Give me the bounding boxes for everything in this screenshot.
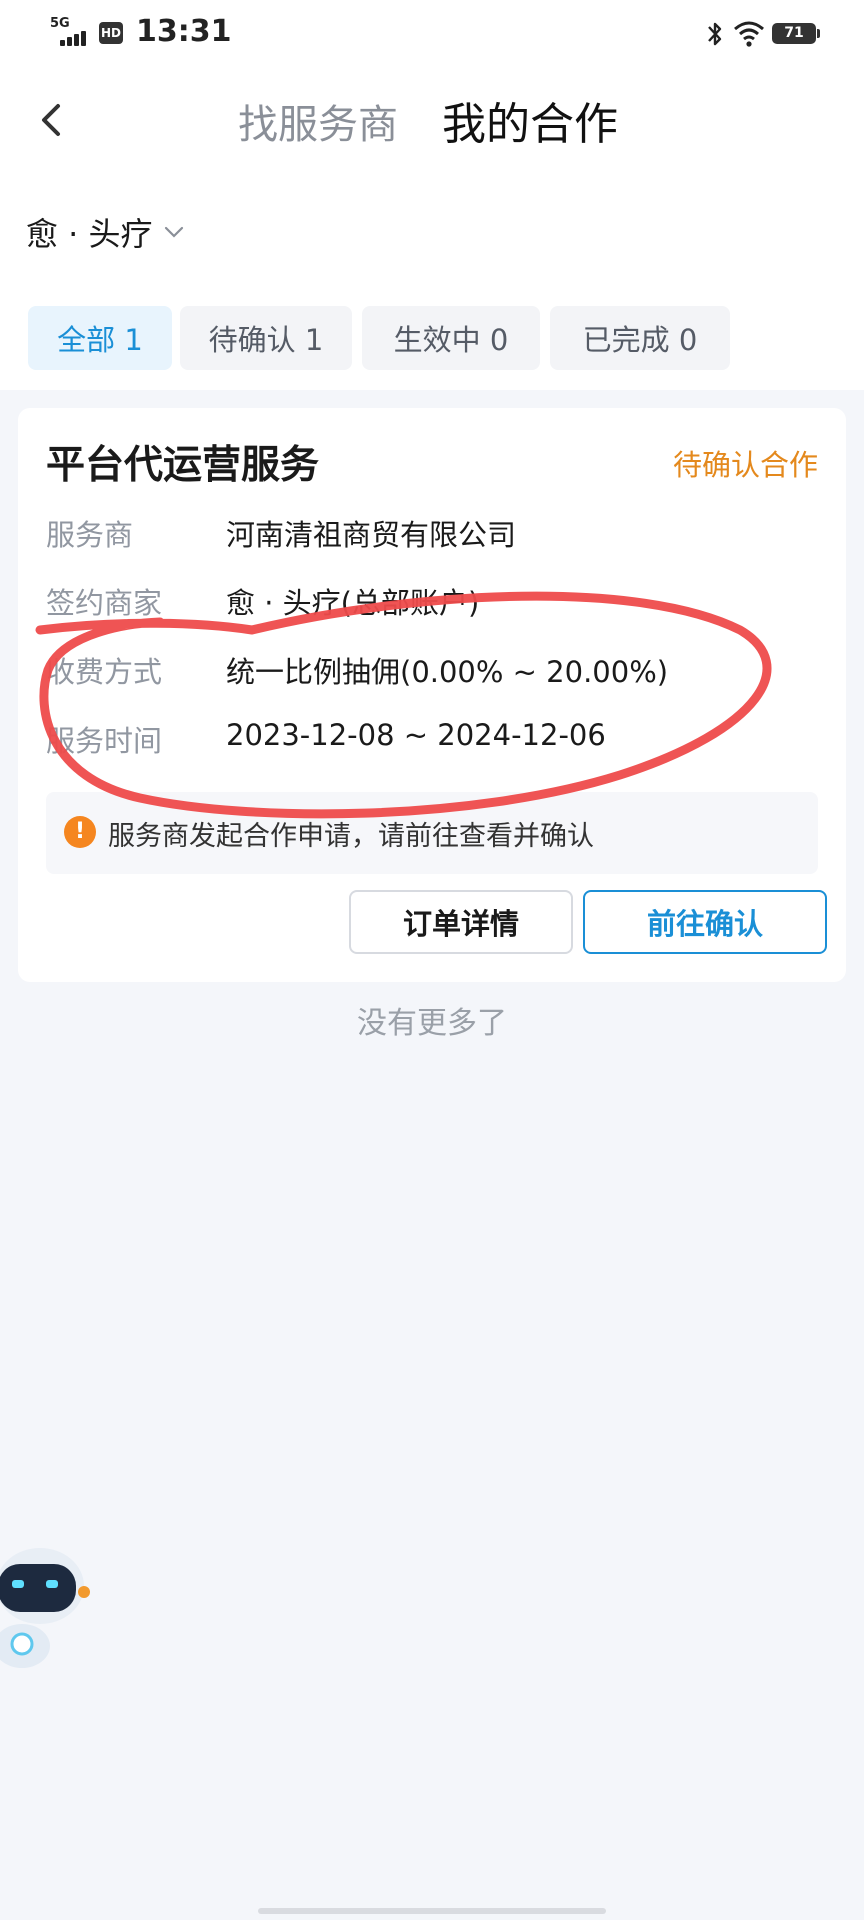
store-name: 愈 · 头疗: [26, 215, 153, 253]
back-arrow-icon[interactable]: [30, 96, 74, 144]
row-label: 服务商: [46, 518, 134, 552]
row-service-time: 服务时间 2023-12-08 ~ 2024-12-06: [46, 718, 826, 762]
row-fee-method: 收费方式 统一比例抽佣(0.00% ~ 20.00%): [46, 649, 826, 693]
row-label: 服务时间: [46, 724, 163, 758]
cooperation-card: 平台代运营服务 待确认合作 服务商 河南清祖商贸有限公司 签约商家 愈 · 头疗…: [18, 408, 846, 982]
tab-my-cooperation[interactable]: 我的合作: [442, 88, 618, 152]
chevron-down-icon: [164, 226, 183, 238]
store-selector[interactable]: 愈 · 头疗: [26, 208, 185, 256]
chip-active[interactable]: 生效中 0: [362, 306, 540, 370]
chip-pending[interactable]: 待确认 1: [180, 306, 352, 370]
warning-icon: !: [64, 816, 96, 848]
row-label: 收费方式: [46, 655, 163, 689]
go-confirm-button[interactable]: 前往确认: [583, 890, 827, 954]
row-value: 河南清祖商贸有限公司: [226, 518, 517, 552]
notice-text: 服务商发起合作申请，请前往查看并确认: [108, 821, 594, 852]
chip-all[interactable]: 全部 1: [28, 306, 172, 370]
order-details-button[interactable]: 订单详情: [349, 890, 573, 954]
card-title: 平台代运营服务: [46, 443, 320, 488]
top-nav: 找服务商 我的合作: [0, 76, 864, 162]
clock: 13:31: [136, 14, 232, 49]
wifi-icon: [734, 21, 764, 47]
battery-icon: 71: [772, 23, 820, 44]
home-indicator[interactable]: [258, 1908, 606, 1914]
row-value: 愈 · 头疗(总部账户): [226, 586, 480, 620]
notice-banner: ! 服务商发起合作申请，请前往查看并确认: [46, 792, 818, 874]
hd-badge: HD: [99, 22, 123, 44]
status-bar: 5G HD 13:31 71: [0, 0, 864, 66]
bluetooth-icon: [708, 22, 722, 46]
tab-find-provider[interactable]: 找服务商: [238, 92, 398, 150]
assistant-robot-icon[interactable]: [0, 1536, 94, 1672]
row-provider: 服务商 河南清祖商贸有限公司: [46, 512, 826, 556]
status-badge: 待确认合作: [672, 448, 818, 482]
row-merchant: 签约商家 愈 · 头疗(总部账户): [46, 580, 826, 624]
row-value: 2023-12-08 ~ 2024-12-06: [226, 718, 606, 752]
no-more-text: 没有更多了: [357, 1006, 507, 1041]
battery-level: 71: [784, 25, 804, 41]
signal-icon: 5G: [50, 16, 90, 46]
row-label: 签约商家: [46, 586, 163, 620]
chip-completed[interactable]: 已完成 0: [550, 306, 730, 370]
row-value: 统一比例抽佣(0.00% ~ 20.00%): [226, 655, 669, 689]
